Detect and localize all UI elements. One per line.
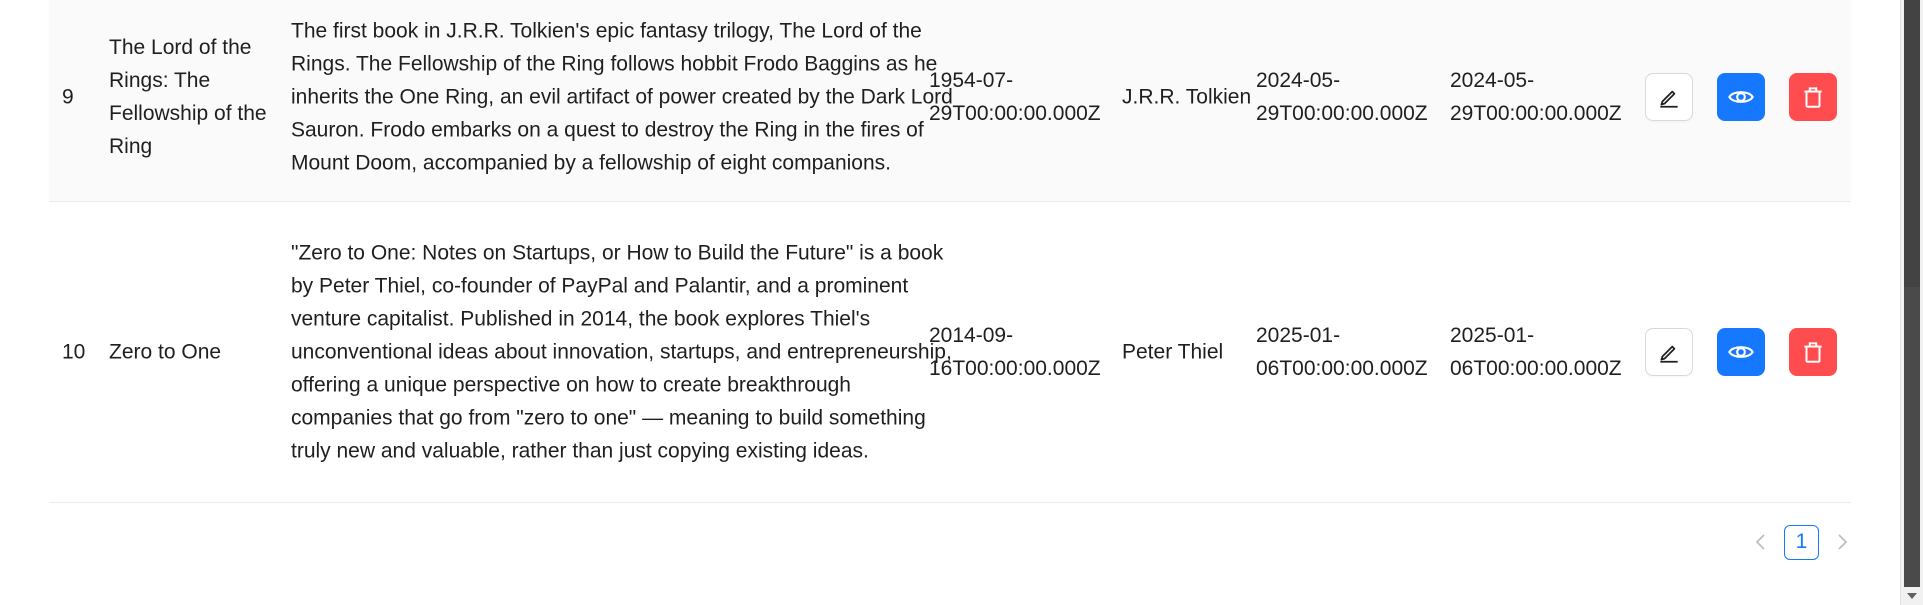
delete-button[interactable] <box>1789 328 1837 376</box>
edit-icon <box>1660 90 1678 108</box>
row-title: Zero to One <box>109 340 222 364</box>
eye-icon <box>1728 90 1754 103</box>
row-title: The Lord of the Rings: The Fellowship of… <box>109 35 267 158</box>
row-published-date: 2014-09-16T00:00:00.000Z <box>929 324 1101 380</box>
row-description: "Zero to One: Notes on Startups, or How … <box>291 241 952 463</box>
table-row: 9 The Lord of the Rings: The Fellowship … <box>49 0 1851 202</box>
row-actions <box>1645 328 1837 376</box>
row-updated-at: 2024-05-29T00:00:00.000Z <box>1450 68 1622 125</box>
row-actions <box>1645 72 1837 121</box>
pagination-page-item[interactable]: 1 <box>1784 524 1819 560</box>
scrollbar-thumb[interactable] <box>1904 287 1920 587</box>
chevron-right-icon <box>1838 534 1848 550</box>
pagination-next-button[interactable] <box>1829 524 1855 560</box>
view-button[interactable] <box>1717 72 1765 121</box>
row-id: 9 <box>62 85 74 108</box>
row-updated-at: 2025-01-06T00:00:00.000Z <box>1450 324 1622 380</box>
row-created-at: 2025-01-06T00:00:00.000Z <box>1256 324 1428 380</box>
table-viewport: 9 The Lord of the Rings: The Fellowship … <box>0 0 1923 605</box>
scrollbar-track-upper <box>1904 0 1920 287</box>
row-id: 10 <box>62 340 86 364</box>
row-author: Peter Thiel <box>1122 340 1224 364</box>
edit-button[interactable] <box>1645 72 1693 121</box>
pagination-prev-button[interactable] <box>1748 524 1774 560</box>
pagination: 1 <box>1748 524 1855 560</box>
books-table: 9 The Lord of the Rings: The Fellowship … <box>49 0 1851 503</box>
trash-icon <box>1804 86 1822 108</box>
row-published-date: 1954-07-29T00:00:00.000Z <box>929 68 1101 125</box>
eye-icon <box>1728 346 1754 358</box>
vertical-scrollbar[interactable] <box>1900 0 1923 605</box>
scroll-down-arrow-icon[interactable] <box>1901 587 1923 605</box>
chevron-left-icon <box>1755 534 1765 550</box>
edit-button[interactable] <box>1645 328 1693 376</box>
table-row: 10 Zero to One "Zero to One: Notes on St… <box>49 202 1851 503</box>
view-button[interactable] <box>1717 328 1765 376</box>
delete-button[interactable] <box>1789 72 1837 121</box>
row-created-at: 2024-05-29T00:00:00.000Z <box>1256 68 1428 125</box>
edit-icon <box>1660 345 1678 363</box>
row-author: J.R.R. Tolkien <box>1122 85 1252 108</box>
trash-icon <box>1804 342 1822 363</box>
row-description: The first book in J.R.R. Tolkien's epic … <box>291 19 953 174</box>
